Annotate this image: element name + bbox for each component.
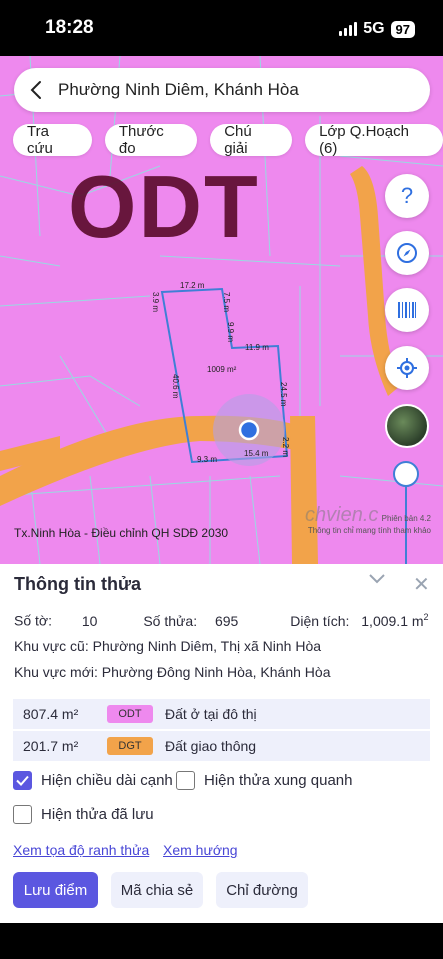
status-indicators: 5G 97 — [339, 20, 415, 38]
status-bar: 18:28 5G 97 — [0, 0, 443, 56]
watermark: chvien.c — [305, 504, 379, 526]
parcel-number-value: 695 — [214, 612, 239, 629]
chevron-down-icon[interactable] — [369, 574, 385, 584]
edge-label: 9.3 m — [197, 455, 217, 464]
table-row: 201.7 m² DGT Đất giao thông — [13, 731, 430, 761]
compass-button[interactable] — [385, 231, 429, 275]
area-value: 1,009.1 m — [361, 612, 424, 629]
edge-label: 15.4 m — [244, 449, 269, 458]
checkbox-icon[interactable] — [176, 771, 195, 790]
edge-label: 3.9 m — [151, 292, 160, 312]
app-version: Phiên bản 4.2 — [381, 514, 431, 523]
chip-ruler[interactable]: Thước đo — [104, 123, 198, 157]
battery-icon: 97 — [390, 20, 415, 38]
directions-button[interactable]: Chỉ đường — [216, 872, 308, 908]
back-button[interactable] — [14, 68, 58, 112]
checkbox-icon[interactable] — [13, 805, 32, 824]
land-area: 201.7 m² — [23, 738, 79, 754]
chip-planning-layers[interactable]: Lớp Q.Hoạch (6) — [305, 123, 443, 157]
my-location-button[interactable] — [385, 346, 429, 390]
sheet-title: Thông tin thửa — [14, 574, 142, 594]
new-area: Khu vực mới: Phường Đông Ninh Hòa, Khánh… — [14, 664, 331, 680]
option-label: Hiện chiều dài cạnh — [41, 772, 173, 789]
satellite-layer-toggle[interactable] — [385, 404, 429, 448]
edge-label: 11.9 m — [245, 343, 269, 352]
system-nav-bar — [0, 923, 443, 959]
parcel-number-label: Số thửa: — [143, 612, 198, 629]
zone-code-label: ODT — [68, 157, 260, 256]
search-bar[interactable]: Phường Ninh Diêm, Khánh Hòa — [14, 68, 430, 112]
table-row: 807.4 m² ODT Đất ở tại đô thị — [13, 699, 430, 729]
close-icon[interactable]: ✕ — [413, 572, 430, 597]
parcel-numbers: Số tờ: 10 Số thửa: 695 Diện tích: 1,009.… — [14, 612, 429, 629]
map-view[interactable]: 17.2 m 7.5 m 3.9 m 9.9 m 11.9 m 1009 m² … — [0, 56, 443, 564]
land-area: 807.4 m² — [23, 706, 79, 722]
crosshair-icon — [397, 358, 417, 378]
view-direction-link[interactable]: Xem hướng — [163, 842, 238, 858]
land-code-badge: ODT — [107, 705, 153, 723]
share-code-button[interactable]: Mã chia sẻ — [111, 872, 203, 908]
edge-label: 2.2 m — [281, 437, 290, 457]
edge-label: 9.9 m — [226, 322, 235, 342]
land-type-name: Đất ở tại đô thị — [165, 706, 257, 722]
sheet-number-label: Số tờ: — [14, 612, 52, 629]
land-use-table: 807.4 m² ODT Đất ở tại đô thị 201.7 m² D… — [13, 699, 430, 763]
map-source-label: Tx.Ninh Hòa - Điều chỉnh QH SDĐ 2030 — [14, 526, 229, 540]
network-label: 5G — [363, 20, 385, 37]
old-area: Khu vực cũ: Phường Ninh Diêm, Thị xã Nin… — [14, 638, 322, 654]
option-label: Hiện thửa xung quanh — [204, 772, 353, 789]
parcel-area-label: 1009 m² — [207, 365, 237, 374]
edge-label: 24.5 m — [279, 382, 288, 407]
map-disclaimer: Thông tin chỉ mang tính tham khảo — [307, 526, 431, 535]
sheet-number-value: 10 — [81, 612, 98, 629]
barcode-icon — [398, 302, 416, 318]
checkbox-checked-icon[interactable] — [13, 771, 32, 790]
edge-label: 17.2 m — [180, 281, 205, 290]
option-show-neighbors[interactable]: Hiện thửa xung quanh — [176, 771, 352, 790]
land-type-name: Đất giao thông — [165, 738, 257, 754]
option-show-saved[interactable]: Hiện thửa đã lưu — [13, 805, 154, 824]
save-point-button[interactable]: Lưu điểm — [13, 872, 98, 908]
edge-label: 7.5 m — [222, 292, 231, 312]
chip-lookup[interactable]: Tra cứu — [13, 123, 92, 157]
compass-icon — [397, 243, 417, 263]
chevron-left-icon — [30, 81, 41, 99]
signal-icon — [339, 22, 358, 36]
question-icon: ? — [400, 183, 414, 208]
area-unit-sup: 2 — [423, 612, 429, 622]
chip-legend[interactable]: Chú giải — [210, 123, 293, 157]
land-code-badge: DGT — [107, 737, 153, 755]
parcel-info-sheet: Thông tin thửa ✕ Số tờ: 10 Số thửa: 695 … — [0, 564, 443, 923]
option-show-edge-length[interactable]: Hiện chiều dài cạnh — [13, 771, 173, 790]
area-label: Diện tích: — [290, 612, 350, 629]
option-label: Hiện thửa đã lưu — [41, 806, 154, 823]
location-title: Phường Ninh Diêm, Khánh Hòa — [58, 80, 299, 99]
edge-label: 40.6 m — [171, 374, 180, 399]
view-coordinates-link[interactable]: Xem tọa độ ranh thửa — [13, 842, 149, 858]
barcode-scan-button[interactable] — [385, 288, 429, 332]
map-tool-chips: Tra cứu Thước đo Chú giải Lớp Q.Hoạch (6… — [13, 123, 443, 157]
help-button[interactable]: ? — [385, 174, 429, 218]
status-time: 18:28 — [45, 17, 94, 38]
